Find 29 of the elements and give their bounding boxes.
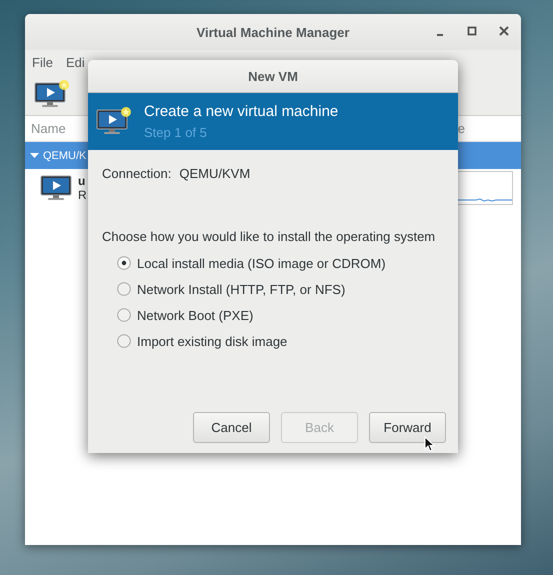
connection-value: QEMU/KVM [179, 166, 250, 181]
menu-item[interactable]: Edi [66, 55, 85, 70]
radio-button[interactable] [117, 334, 131, 348]
step-indicator: Step 1 of 5 [144, 125, 208, 140]
wizard-title: Create a new virtual machine [144, 103, 338, 120]
menu-item[interactable]: File [32, 55, 53, 70]
connection-name: QEMU/K [43, 150, 86, 162]
install-prompt: Choose how you would like to install the operating system [102, 229, 436, 244]
radio-button[interactable] [117, 256, 131, 270]
dialog-button[interactable]: Cancel [193, 412, 270, 443]
dialog-button[interactable]: Forward [369, 412, 446, 443]
radio-label[interactable]: Network Boot (PXE) [137, 308, 254, 322]
window-title: Virtual Machine Manager [196, 24, 350, 40]
radio-button[interactable] [117, 308, 131, 322]
new-vm-icon [96, 106, 132, 136]
close-icon[interactable] [498, 25, 510, 37]
connection-label: Connection: [102, 166, 172, 181]
maximize-icon[interactable] [466, 25, 478, 37]
radio-label[interactable]: Network Install (HTTP, FTP, or NFS) [137, 282, 346, 296]
cpu-usage-graph [455, 171, 513, 205]
vm-name: u [78, 174, 86, 188]
radio-label[interactable]: Local install media (ISO image or CDROM) [137, 256, 386, 270]
radio-button[interactable] [117, 282, 131, 296]
new-vm-icon[interactable] [34, 80, 70, 110]
dialog-title: New VM [248, 68, 298, 84]
radio-label[interactable]: Import existing disk image [137, 334, 288, 348]
expander-icon[interactable] [30, 151, 39, 160]
vm-status: R [78, 188, 87, 202]
mouse-pointer-icon [424, 436, 435, 452]
